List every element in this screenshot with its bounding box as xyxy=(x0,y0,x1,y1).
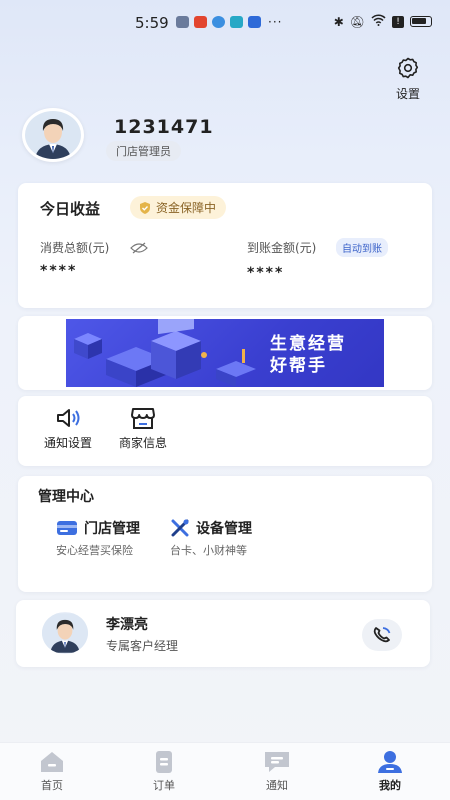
notification-icons: ··· xyxy=(176,16,282,28)
bluetooth-icon: ✱ xyxy=(333,14,344,29)
tab-notifications-label: 通知 xyxy=(266,779,288,792)
settings-label: 设置 xyxy=(395,87,420,101)
store-management-title: 门店管理 xyxy=(84,521,140,537)
store-management-button[interactable]: 门店管理 安心经营买保险 xyxy=(56,518,140,558)
device-management-button[interactable]: 设备管理 台卡、小财神等 xyxy=(170,518,252,558)
tab-mine[interactable]: 我的 xyxy=(360,750,420,793)
bottom-tab-bar: 首页 订单 通知 我的 xyxy=(0,742,450,800)
eye-hidden-icon[interactable] xyxy=(130,239,148,258)
total-amount-label: 消费总额(元) xyxy=(40,241,110,255)
guarantee-badge[interactable]: 资金保障中 xyxy=(130,196,227,219)
store-card-icon xyxy=(57,521,77,535)
more-notifications: ··· xyxy=(268,15,283,29)
tab-home-label: 首页 xyxy=(41,779,63,792)
alert-icon: ! xyxy=(392,15,404,28)
user-icon xyxy=(378,751,402,773)
device-management-title: 设备管理 xyxy=(196,521,252,537)
call-manager-button[interactable] xyxy=(362,619,402,651)
tab-notifications[interactable]: 通知 xyxy=(247,750,307,793)
battery-icon xyxy=(410,16,432,27)
tools-icon xyxy=(171,519,189,537)
system-icons: ✱ 🔕︎ ! xyxy=(334,14,432,29)
chat-bubble-icon xyxy=(212,16,225,28)
shield-check-icon xyxy=(140,201,150,214)
total-amount-value: **** xyxy=(40,263,78,279)
manager-avatar xyxy=(42,612,88,654)
income-card: 今日收益 资金保障中 消费总额(元) **** 到账金额(元) 自动到账 ***… xyxy=(18,183,432,308)
auto-received-badge: 自动到账 xyxy=(336,238,388,257)
manager-avatar-illustration xyxy=(42,613,88,653)
promo-banner[interactable]: 生意经营 好帮手 xyxy=(66,319,384,387)
shield-app-icon xyxy=(248,16,261,28)
received-amount-label: 到账金额(元) xyxy=(247,241,317,255)
user-avatar-illustration xyxy=(25,111,81,159)
gear-icon xyxy=(397,57,419,79)
phone-call-icon xyxy=(373,627,391,643)
tab-home[interactable]: 首页 xyxy=(22,750,82,793)
merchant-info-label: 商家信息 xyxy=(119,436,168,450)
message-icon xyxy=(265,752,289,772)
notification-settings-label: 通知设置 xyxy=(44,436,93,450)
gallery-icon xyxy=(176,16,189,28)
role-badge: 门店管理员 xyxy=(106,141,181,161)
wifi-icon xyxy=(371,14,386,29)
management-card: 管理中心 门店管理 安心经营买保险 设备管理 台卡、小财神等 xyxy=(18,476,432,592)
quick-actions-card: 通知设置 商家信息 xyxy=(18,396,432,466)
store-icon xyxy=(131,408,155,429)
app-red-icon xyxy=(194,16,207,28)
status-time: 5:59 xyxy=(135,14,169,32)
avatar[interactable] xyxy=(22,108,84,162)
tab-mine-label: 我的 xyxy=(379,779,401,792)
home-icon xyxy=(41,752,63,772)
account-manager-card[interactable]: 李漂亮 专属客户经理 xyxy=(16,600,430,667)
guarantee-text: 资金保障中 xyxy=(156,201,217,215)
management-title: 管理中心 xyxy=(38,489,94,505)
manager-name: 李漂亮 xyxy=(106,617,148,633)
order-icon xyxy=(156,751,172,773)
banner-line1: 生意经营 xyxy=(270,334,346,354)
tab-orders-label: 订单 xyxy=(153,779,175,792)
store-management-subtitle: 安心经营买保险 xyxy=(56,544,133,557)
banner-text: 生意经营 好帮手 xyxy=(270,333,346,377)
user-id: 1231471 xyxy=(114,116,214,138)
notification-settings-button[interactable]: 通知设置 xyxy=(44,406,92,451)
fish-icon xyxy=(230,16,243,28)
merchant-info-button[interactable]: 商家信息 xyxy=(119,406,167,451)
tab-orders[interactable]: 订单 xyxy=(134,750,194,793)
income-title: 今日收益 xyxy=(40,200,101,218)
settings-button[interactable]: 设置 xyxy=(390,56,426,102)
device-management-subtitle: 台卡、小财神等 xyxy=(170,544,247,557)
manager-title: 专属客户经理 xyxy=(106,639,179,653)
received-amount-value: **** xyxy=(247,265,285,281)
status-bar: 5:59 ··· ✱ 🔕︎ ! xyxy=(0,0,450,40)
mute-icon: 🔕︎ xyxy=(349,14,365,29)
speaker-icon xyxy=(57,409,80,427)
banner-card[interactable]: 生意经营 好帮手 xyxy=(18,316,432,390)
banner-line2: 好帮手 xyxy=(270,356,327,376)
